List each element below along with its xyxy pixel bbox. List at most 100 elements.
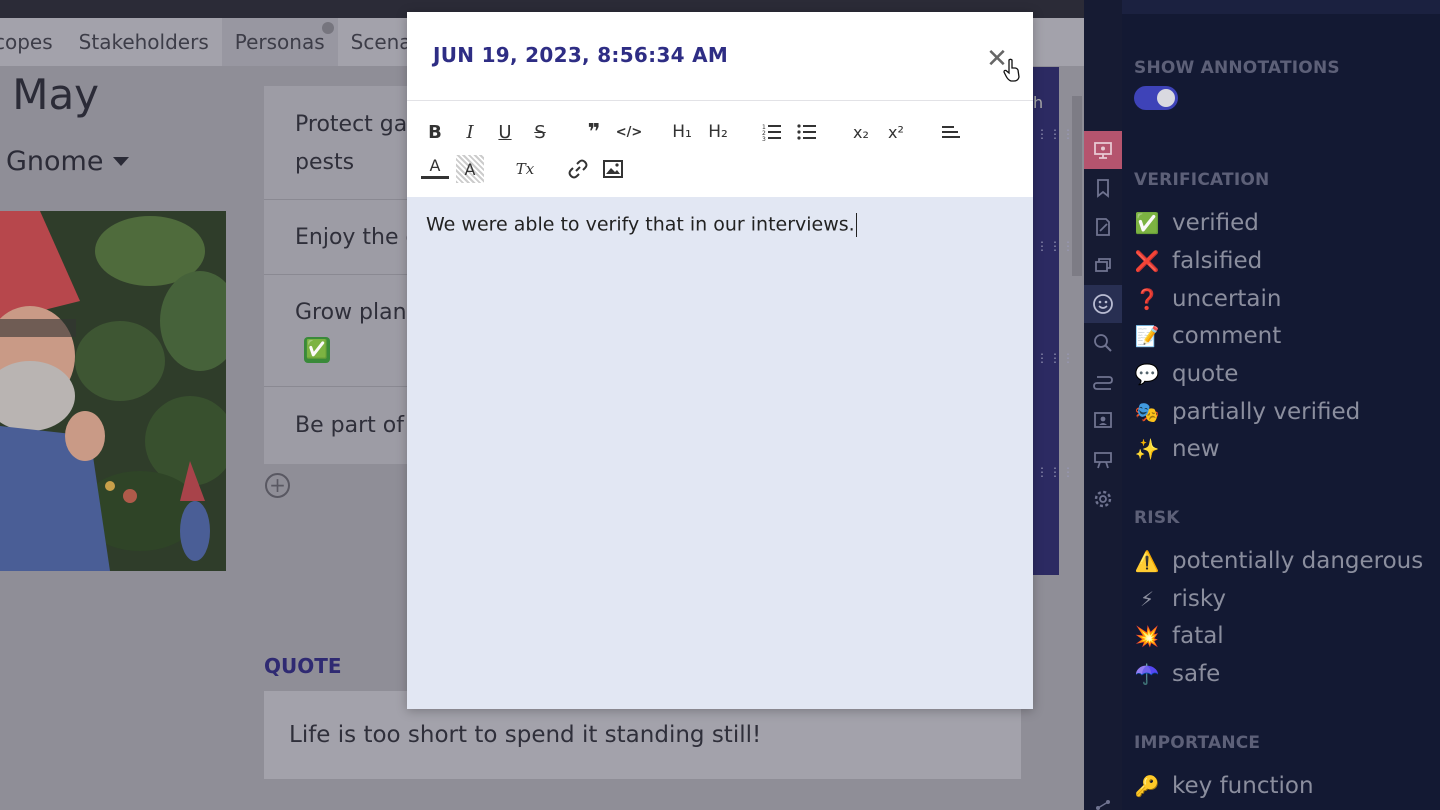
gear-icon	[1094, 490, 1112, 508]
add-goal-button[interactable]: +	[265, 473, 290, 498]
code-button[interactable]: </>	[615, 118, 643, 146]
goal-item[interactable]: Be part of	[295, 407, 404, 445]
speech-bubble-icon: 💬	[1134, 362, 1160, 386]
rail-contact[interactable]	[1084, 401, 1122, 439]
tab-personas[interactable]: Personas	[221, 18, 338, 66]
annotation-label: fatal	[1172, 623, 1224, 649]
rail-presentation[interactable]	[1084, 131, 1122, 169]
hand-pointer-cursor-icon	[1003, 58, 1020, 82]
tab-stakeholders[interactable]: Stakeholders	[66, 18, 222, 66]
annotation-verified[interactable]: ✅ verified	[1134, 208, 1259, 238]
editor-text: We were able to verify that in our inter…	[426, 213, 855, 236]
blockquote-button[interactable]: ❞	[580, 118, 608, 146]
persona-name: y May	[0, 70, 100, 119]
annotation-fatal[interactable]: 💥 fatal	[1134, 621, 1224, 651]
bold-button[interactable]: B	[421, 118, 449, 146]
drag-handle-icon[interactable]: ⋮⋮⋮	[1036, 239, 1075, 253]
link-button[interactable]	[564, 155, 592, 183]
annotation-uncertain[interactable]: ❓ uncertain	[1134, 284, 1282, 314]
annotation-potentially-dangerous[interactable]: ⚠️ potentially dangerous	[1134, 546, 1424, 576]
text-color-button[interactable]: A	[421, 155, 449, 179]
link-icon	[568, 159, 588, 179]
tab-personas-label: Personas	[234, 30, 325, 54]
editor-content[interactable]: We were able to verify that in our inter…	[407, 197, 1033, 709]
check-mark-icon: ✅	[1134, 211, 1160, 235]
clear-format-button[interactable]: Tx	[511, 155, 539, 183]
explosion-icon: 💥	[1134, 624, 1160, 648]
annotation-risky[interactable]: ⚡ risky	[1134, 584, 1226, 614]
rail-windows[interactable]	[1084, 246, 1122, 284]
rail-edit[interactable]	[1084, 208, 1122, 246]
bullet-list-button[interactable]	[793, 118, 821, 146]
subscript-button[interactable]: x₂	[847, 118, 875, 146]
masks-icon: 🎭	[1134, 400, 1160, 424]
drag-handle-icon[interactable]: ⋮⋮⋮	[1036, 127, 1075, 141]
persona-type-select[interactable]: Gnome	[6, 146, 130, 177]
heading2-button[interactable]: H₂	[704, 118, 732, 146]
annotation-partially-verified[interactable]: 🎭 partially verified	[1134, 397, 1361, 427]
document-edit-icon	[1096, 218, 1110, 236]
tab-scopes[interactable]: copes	[0, 18, 66, 66]
annotation-falsified[interactable]: ❌ falsified	[1134, 246, 1263, 276]
comment-count-badge	[321, 22, 334, 34]
image-button[interactable]	[599, 155, 627, 183]
italic-button[interactable]: I	[456, 118, 484, 146]
rail-settings[interactable]	[1084, 480, 1122, 518]
annotation-label: potentially dangerous	[1172, 548, 1424, 574]
rail-bookmark[interactable]	[1084, 169, 1122, 207]
rail-search[interactable]	[1084, 324, 1122, 362]
verified-badge[interactable]: ✅	[304, 337, 330, 363]
drag-handle-icon[interactable]: ⋮⋮⋮	[1036, 465, 1075, 479]
annotation-label: new	[1172, 436, 1220, 462]
key-icon: 🔑	[1134, 774, 1160, 798]
goal-item[interactable]: Grow plant	[295, 294, 415, 332]
annotation-comment[interactable]: 📝 comment	[1134, 321, 1282, 351]
goal-item[interactable]: Enjoy the c	[295, 219, 418, 257]
annotation-label: key function	[1172, 773, 1314, 799]
show-annotations-heading: SHOW ANNOTATIONS	[1134, 58, 1340, 78]
underline-button[interactable]: U	[491, 118, 519, 146]
share-icon	[1096, 800, 1110, 810]
heading1-button[interactable]: H₁	[668, 118, 696, 146]
question-mark-icon: ❓	[1134, 287, 1160, 311]
persona-photo	[0, 211, 226, 571]
annotation-label: falsified	[1172, 248, 1263, 274]
divider	[407, 100, 1033, 101]
drag-handle-icon[interactable]: ⋮⋮⋮	[1036, 351, 1075, 365]
gnome-photo-illustration	[0, 211, 226, 571]
rail-links[interactable]	[1084, 363, 1122, 401]
risk-heading: RISK	[1134, 508, 1180, 528]
background-color-button[interactable]: A	[456, 155, 484, 183]
superscript-button[interactable]: x²	[882, 118, 910, 146]
column-header-fragment: h	[1033, 93, 1044, 112]
annotation-quote[interactable]: 💬 quote	[1134, 359, 1239, 389]
goals-list: Protect ga pests Enjoy the c Grow plant B…	[264, 86, 418, 464]
annotation-label: comment	[1172, 323, 1282, 349]
annotation-new[interactable]: ✨ new	[1134, 434, 1220, 464]
umbrella-icon: ☂️	[1134, 662, 1160, 686]
icon-rail	[1084, 0, 1122, 810]
importance-heading: IMPORTANCE	[1134, 733, 1261, 753]
verification-heading: VERIFICATION	[1134, 170, 1270, 190]
image-icon	[603, 160, 623, 178]
link-list-icon	[1093, 376, 1113, 390]
goal-item[interactable]: Protect ga pests	[295, 106, 407, 182]
annotation-label: uncertain	[1172, 286, 1282, 312]
goal-text: Protect ga	[295, 112, 408, 137]
rail-share[interactable]	[1084, 786, 1122, 810]
strikethrough-button[interactable]: S	[526, 118, 554, 146]
scrollbar[interactable]	[1072, 96, 1082, 276]
panel-top-bar	[1122, 0, 1440, 14]
show-annotations-toggle[interactable]	[1134, 86, 1178, 110]
rail-presentation-board[interactable]	[1084, 441, 1122, 479]
ordered-list-icon: 1 2 3	[762, 124, 781, 141]
annotation-safe[interactable]: ☂️ safe	[1134, 659, 1221, 689]
sparkles-icon: ✨	[1134, 437, 1160, 461]
align-button[interactable]	[937, 118, 965, 146]
windows-icon	[1095, 258, 1111, 272]
annotation-key-function[interactable]: 🔑 key function	[1134, 771, 1314, 801]
rail-emoji[interactable]	[1084, 285, 1122, 323]
bullet-list-icon	[797, 124, 816, 140]
goal-text: pests	[295, 150, 355, 175]
ordered-list-button[interactable]: 1 2 3	[758, 118, 786, 146]
